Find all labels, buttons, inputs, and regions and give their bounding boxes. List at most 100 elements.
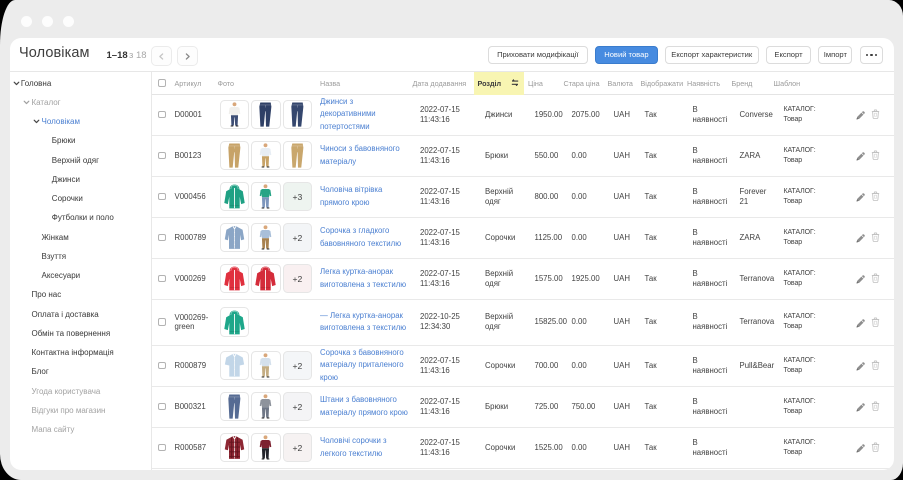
row-checkbox[interactable] [158, 275, 166, 283]
more-photos-badge[interactable]: +2 [283, 351, 312, 380]
sidebar-item-12[interactable]: Про нас [10, 285, 151, 304]
sidebar-item-15[interactable]: Контактна інформація [10, 343, 151, 362]
prev-page-button[interactable] [151, 46, 173, 66]
product-photo-pants[interactable] [220, 392, 249, 421]
delete-trash-icon[interactable] [871, 273, 880, 283]
row-checkbox[interactable] [158, 318, 166, 326]
delete-trash-icon[interactable] [871, 317, 880, 327]
product-photo-person[interactable] [251, 223, 280, 252]
product-name-link[interactable]: Легка куртка-анорак виготовлена з тексти… [320, 266, 409, 291]
product-name-link[interactable]: Чоловічі сорочки з легкого текстилю [320, 435, 409, 460]
chevron-down-icon[interactable] [13, 80, 20, 87]
row-checkbox[interactable] [158, 444, 166, 452]
delete-trash-icon[interactable] [871, 360, 880, 370]
window-dot-3[interactable] [63, 16, 74, 27]
column-header-template[interactable]: Шаблон [772, 72, 845, 95]
more-photos-badge[interactable]: +2 [283, 392, 312, 421]
row-checkbox[interactable] [158, 152, 166, 160]
sidebar-item-3[interactable]: Чоловікам [10, 112, 151, 131]
product-photo-shirt-short[interactable] [220, 351, 249, 380]
product-name-link[interactable]: Чоловіча вітрівка прямого крою [320, 184, 409, 209]
product-photo-shirt-plaid[interactable] [220, 433, 249, 462]
edit-pencil-icon[interactable] [855, 109, 866, 120]
export-attributes-button[interactable]: Експорт характеристик [665, 46, 759, 64]
product-photo-person[interactable] [251, 351, 280, 380]
sidebar-item-10[interactable]: Взуття [10, 247, 151, 266]
column-header-avail[interactable]: Наявність [683, 72, 730, 95]
sidebar-item-4[interactable]: Брюки [10, 131, 151, 150]
product-photo-jacket[interactable] [220, 307, 249, 336]
product-photo-person[interactable] [251, 392, 280, 421]
product-photo-pants[interactable] [251, 100, 280, 129]
delete-trash-icon[interactable] [871, 150, 880, 160]
new-product-button[interactable]: Новий товар [595, 46, 657, 64]
window-dot-2[interactable] [42, 16, 53, 27]
chevron-down-icon[interactable] [33, 118, 40, 125]
product-photo-person[interactable] [251, 182, 280, 211]
column-header-currency[interactable]: Валюта [606, 72, 639, 95]
sidebar-item-14[interactable]: Обмін та повернення [10, 324, 151, 343]
edit-pencil-icon[interactable] [855, 317, 866, 328]
edit-pencil-icon[interactable] [855, 360, 866, 371]
edit-pencil-icon[interactable] [855, 401, 866, 412]
column-header-name[interactable]: Назва [318, 72, 415, 95]
product-name-link[interactable]: Чиноси з бавовняного матеріалу [320, 143, 409, 168]
more-photos-badge[interactable]: +2 [283, 223, 312, 252]
more-photos-badge[interactable]: +2 [283, 264, 312, 293]
sidebar-item-7[interactable]: Сорочки [10, 189, 151, 208]
more-photos-badge[interactable]: +3 [283, 182, 312, 211]
sort-icon[interactable] [511, 79, 519, 86]
edit-pencil-icon[interactable] [855, 191, 866, 202]
row-checkbox[interactable] [158, 193, 166, 201]
product-photo-shirt[interactable] [220, 223, 249, 252]
sidebar-item-1[interactable]: Головна [10, 73, 151, 92]
export-button[interactable]: Експорт [766, 46, 811, 64]
product-name-link[interactable]: Сорочка з гладкого бавовняного текстилю [320, 225, 409, 250]
delete-trash-icon[interactable] [871, 191, 880, 201]
sidebar-item-11[interactable]: Аксесуари [10, 266, 151, 285]
product-photo-person[interactable] [251, 141, 280, 170]
sidebar-item-8[interactable]: Футболки и поло [10, 208, 151, 227]
product-photo-jacket[interactable] [220, 264, 249, 293]
sidebar-item-9[interactable]: Жінкам [10, 227, 151, 246]
column-header-article[interactable]: Артикул [172, 72, 218, 95]
sidebar-item-2[interactable]: Каталог [10, 93, 151, 112]
edit-pencil-icon[interactable] [855, 150, 866, 161]
product-photo-pants[interactable] [283, 141, 312, 170]
column-header-display[interactable]: Відображати [639, 72, 683, 95]
sidebar-item-6[interactable]: Джинси [10, 170, 151, 189]
column-header-cb[interactable] [152, 72, 172, 95]
delete-trash-icon[interactable] [871, 109, 880, 119]
row-checkbox[interactable] [158, 362, 166, 370]
sidebar-item-5[interactable]: Верхній одяг [10, 150, 151, 169]
product-photo-jacket[interactable] [220, 182, 249, 211]
sidebar-item-19[interactable]: Мапа сайту [10, 420, 151, 439]
import-button[interactable]: Імпорт [818, 46, 852, 64]
edit-pencil-icon[interactable] [855, 273, 866, 284]
product-photo-person[interactable] [220, 100, 249, 129]
sidebar-item-13[interactable]: Оплата і доставка [10, 304, 151, 323]
column-header-section[interactable]: Розділ [474, 72, 524, 95]
edit-pencil-icon[interactable] [855, 442, 866, 453]
product-photo-pants[interactable] [283, 100, 312, 129]
product-name-link[interactable]: Сорочка з бавовняного матеріалу притален… [320, 347, 409, 384]
product-photo-pants[interactable] [220, 141, 249, 170]
sidebar-item-17[interactable]: Угода користувача [10, 381, 151, 400]
delete-trash-icon[interactable] [871, 401, 880, 411]
chevron-down-icon[interactable] [23, 99, 30, 106]
column-header-price[interactable]: Ціна [524, 72, 562, 95]
delete-trash-icon[interactable] [871, 232, 880, 242]
more-photos-badge[interactable]: +2 [283, 433, 312, 462]
hide-modifications-button[interactable]: Приховати модифікації [488, 46, 588, 64]
product-photo-jacket[interactable] [251, 264, 280, 293]
row-checkbox[interactable] [158, 111, 166, 119]
next-page-button[interactable] [177, 46, 199, 66]
select-all-checkbox[interactable] [158, 79, 166, 87]
column-header-date[interactable]: Дата додавання [412, 72, 474, 95]
row-checkbox[interactable] [158, 403, 166, 411]
product-name-link[interactable]: — Легка куртка-анорак виготовлена з текс… [320, 310, 409, 335]
sidebar-item-18[interactable]: Відгуки про магазин [10, 401, 151, 420]
delete-trash-icon[interactable] [871, 442, 880, 452]
more-actions-button[interactable] [860, 46, 883, 64]
product-name-link[interactable]: Штани з бавовняного матеріалу прямого кр… [320, 394, 409, 419]
